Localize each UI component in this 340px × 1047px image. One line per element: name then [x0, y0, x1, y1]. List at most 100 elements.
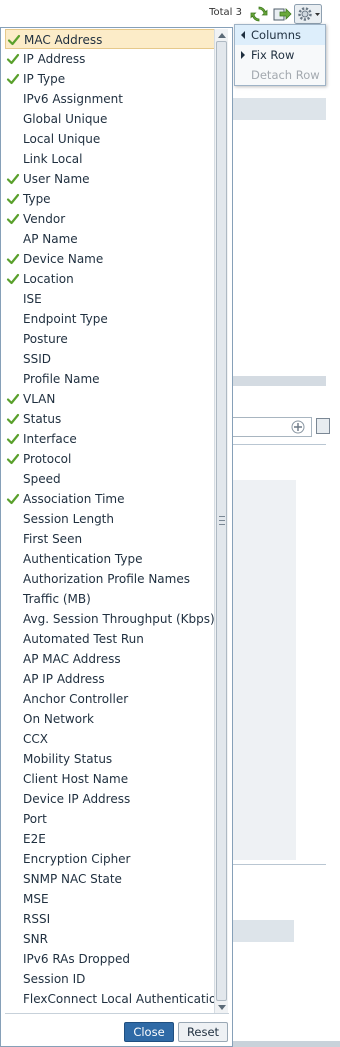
column-option[interactable]: Mobility Status [5, 749, 215, 769]
total-count: Total 3 [209, 7, 242, 18]
column-option[interactable]: Device Name [5, 249, 215, 269]
column-option-label: Local Unique [23, 132, 101, 146]
column-option[interactable]: Authentication Type [5, 549, 215, 569]
column-option-label: SNR [23, 932, 48, 946]
column-chooser-panel: MAC Address IP Address IP Type IPv6 Assignm… [0, 27, 233, 1047]
column-option[interactable]: Client Host Name [5, 769, 215, 789]
checkmark-icon [6, 493, 20, 505]
column-option-label: VLAN [23, 392, 56, 406]
column-option[interactable]: AP MAC Address [5, 649, 215, 669]
column-option[interactable]: Anchor Controller [5, 689, 215, 709]
column-option[interactable]: Interface [5, 429, 215, 449]
column-option[interactable]: Association Time [5, 489, 215, 509]
column-option[interactable]: SSID [5, 349, 215, 369]
column-option[interactable]: Port [5, 809, 215, 829]
column-option[interactable]: VLAN [5, 389, 215, 409]
column-option-label: IP Type [23, 72, 66, 86]
checkmark-icon [6, 173, 20, 185]
column-option[interactable]: SNMP NAC State [5, 869, 215, 889]
column-option[interactable]: IP Address [5, 49, 215, 69]
background-status-bar [232, 1041, 340, 1047]
export-icon[interactable] [272, 4, 292, 24]
column-option-label: Status [23, 412, 62, 426]
column-option[interactable]: Traffic (MB) [5, 589, 215, 609]
column-option[interactable]: SNR [5, 929, 215, 949]
column-option[interactable]: CCX [5, 729, 215, 749]
column-option-label: Speed [23, 472, 61, 486]
column-option[interactable]: RSSI [5, 909, 215, 929]
column-option-label: Device Name [23, 252, 104, 266]
column-option[interactable]: ISE [5, 289, 215, 309]
column-option[interactable]: MAC Address [5, 29, 215, 49]
reset-button[interactable]: Reset [178, 1022, 228, 1042]
column-option[interactable]: IPv6 RAs Dropped [5, 949, 215, 969]
column-option[interactable]: Automated Test Run [5, 629, 215, 649]
column-option-label: SNMP NAC State [23, 872, 122, 886]
column-option-label: Mobility Status [23, 752, 113, 766]
menu-item-fix-row[interactable]: Fix Row [235, 45, 325, 65]
column-option[interactable]: Device IP Address [5, 789, 215, 809]
column-option[interactable]: Status [5, 409, 215, 429]
column-option-label: Encryption Cipher [23, 852, 131, 866]
checkmark-icon [6, 413, 20, 425]
column-option-label: Port [23, 812, 47, 826]
checkmark-icon [6, 53, 20, 65]
column-option[interactable]: User Name [5, 169, 215, 189]
column-option-label: On Network [23, 712, 94, 726]
column-option-label: FlexConnect Local Authentication [23, 992, 224, 1006]
close-button[interactable]: Close [124, 1022, 174, 1042]
column-option[interactable]: Location [5, 269, 215, 289]
column-option[interactable]: Authorization Profile Names [5, 569, 215, 589]
column-option[interactable]: Endpoint Type [5, 309, 215, 329]
column-option[interactable]: Protocol [5, 449, 215, 469]
scroll-down-icon[interactable] [218, 1005, 226, 1010]
refresh-icon[interactable] [249, 4, 269, 24]
menu-item-label: Fix Row [251, 48, 295, 62]
column-option-label: Type [23, 192, 51, 206]
column-option[interactable]: Profile Name [5, 369, 215, 389]
column-option[interactable]: Local Unique [5, 129, 215, 149]
background-header-band [232, 98, 326, 120]
column-option[interactable]: Speed [5, 469, 215, 489]
column-option-label: Device IP Address [23, 792, 131, 806]
column-option[interactable]: First Seen [5, 529, 215, 549]
column-list[interactable]: MAC Address IP Address IP Type IPv6 Assignm… [5, 29, 224, 1014]
column-option-label: IP Address [23, 52, 86, 66]
background-panel [232, 480, 296, 860]
menu-item-label: Detach Row [251, 68, 320, 82]
column-option[interactable]: Encryption Cipher [5, 849, 215, 869]
column-option-label: Posture [23, 332, 68, 346]
gear-icon[interactable] [294, 4, 322, 24]
column-option[interactable]: Link Local [5, 149, 215, 169]
column-option-label: Interface [23, 432, 77, 446]
column-option[interactable]: AP Name [5, 229, 215, 249]
column-option-label: IPv6 Assignment [23, 92, 123, 106]
column-option[interactable]: Session ID [5, 969, 215, 989]
column-option[interactable]: Session Length [5, 509, 215, 529]
column-option[interactable]: MSE [5, 889, 215, 909]
column-option[interactable]: FlexConnect Local Authentication [5, 989, 224, 1009]
column-option[interactable]: E2E [5, 829, 215, 849]
column-option[interactable]: Avg. Session Throughput (Kbps) [5, 609, 215, 629]
column-option-label: Automated Test Run [23, 632, 144, 646]
column-option[interactable]: Type [5, 189, 215, 209]
background-separator [232, 864, 326, 865]
column-option[interactable]: Global Unique [5, 109, 215, 129]
column-option[interactable]: On Network [5, 709, 215, 729]
column-option[interactable]: Vendor [5, 209, 215, 229]
column-option-label: Association Time [23, 492, 125, 506]
column-option[interactable]: IPv6 Assignment [5, 89, 215, 109]
scroll-up-icon[interactable] [218, 33, 226, 38]
column-option[interactable]: AP IP Address [5, 669, 215, 689]
plus-icon [291, 420, 305, 434]
column-option-label: IPv6 RAs Dropped [23, 952, 130, 966]
column-option[interactable]: IP Type [5, 69, 215, 89]
menu-item-label: Columns [251, 28, 302, 42]
column-option[interactable]: Posture [5, 329, 215, 349]
scroll-thumb[interactable] [216, 41, 227, 1001]
menu-item-columns[interactable]: Columns [235, 25, 325, 45]
column-option-label: SSID [23, 352, 52, 366]
checkmark-icon [6, 213, 20, 225]
scrollbar[interactable] [214, 29, 228, 1014]
column-option-label: Authorization Profile Names [23, 572, 190, 586]
